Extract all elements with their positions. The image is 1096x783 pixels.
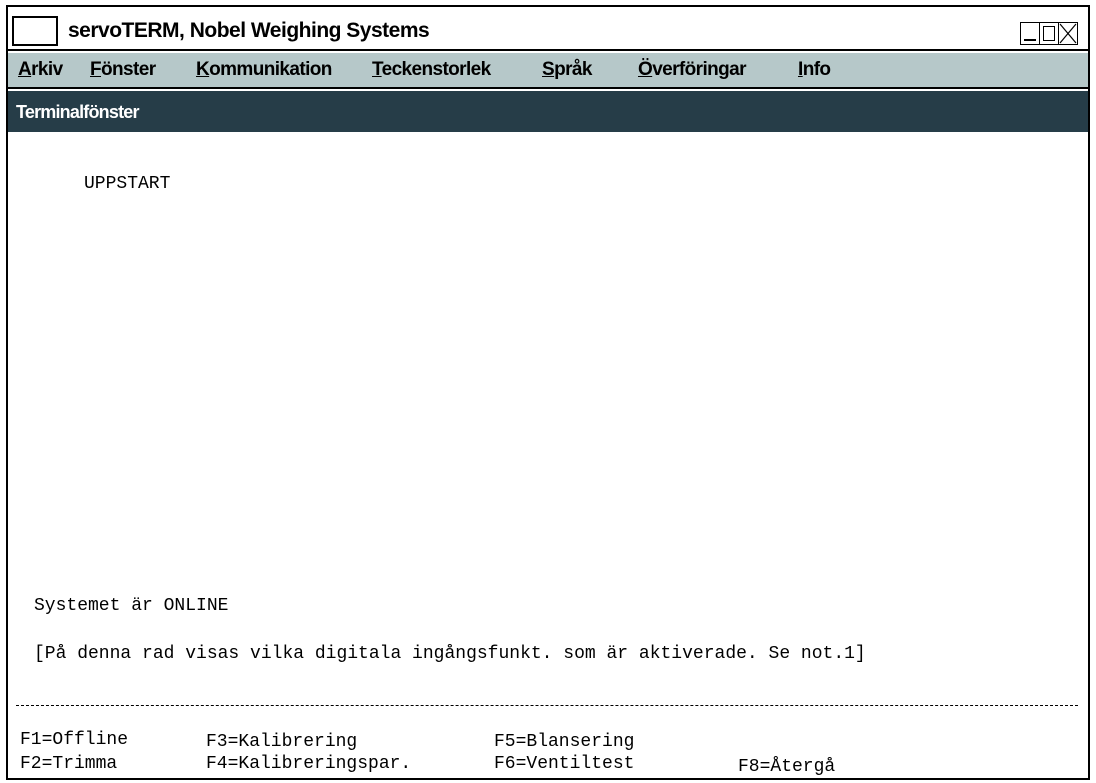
menu-teckenstorlek[interactable]: Teckenstorlek	[372, 59, 491, 81]
menu-overforingar[interactable]: Överföringar	[638, 59, 747, 81]
menu-arkiv[interactable]: Arkiv	[18, 59, 63, 81]
f4-kalibreringspar-key[interactable]: F4=Kalibreringspar.	[206, 754, 411, 774]
f8-atergå-key[interactable]: F8=Återgå	[738, 757, 835, 777]
digital-inputs-line: [På denna rad visas vilka digitala ingån…	[34, 644, 866, 664]
terminal-heading: UPPSTART	[84, 174, 171, 194]
menu-kommunikation[interactable]: Kommunikation	[196, 59, 332, 81]
window-title: servoTERM, Nobel Weighing Systems	[68, 19, 430, 42]
app-window: servoTERM, Nobel Weighing Systems Arkiv …	[6, 5, 1090, 780]
divider	[16, 705, 1078, 706]
panel-title: Terminalfönster	[16, 102, 140, 122]
maximize-button[interactable]	[1039, 22, 1059, 45]
function-key-bar: F1=Offline F2=Trimma F3=Kalibrering F4=K…	[20, 730, 1080, 778]
terminal-screen[interactable]: UPPSTART Systemet är ONLINE [På denna ra…	[8, 132, 1088, 778]
close-icon	[1059, 23, 1077, 44]
title-bar: servoTERM, Nobel Weighing Systems	[8, 7, 1088, 51]
window-controls	[1020, 22, 1078, 45]
f1-offline-key[interactable]: F1=Offline	[20, 730, 128, 750]
menu-info[interactable]: Info	[798, 59, 831, 81]
minimize-button[interactable]	[1020, 22, 1040, 45]
f6-ventiltest-key[interactable]: F6=Ventiltest	[494, 754, 634, 774]
menu-fonster[interactable]: Fönster	[90, 59, 156, 81]
f5-blansering-key[interactable]: F5=Blansering	[494, 732, 634, 752]
terminal-panel-header: Terminalfönster	[8, 91, 1088, 132]
menu-sprak[interactable]: Språk	[542, 59, 592, 81]
status-line: Systemet är ONLINE	[34, 596, 229, 616]
menu-bar: Arkiv Fönster Kommunikation Teckenstorle…	[8, 53, 1088, 89]
close-button[interactable]	[1058, 22, 1078, 45]
system-menu-button[interactable]	[12, 16, 58, 46]
f3-kalibrering-key[interactable]: F3=Kalibrering	[206, 732, 357, 752]
f2-trimma-key[interactable]: F2=Trimma	[20, 754, 117, 774]
